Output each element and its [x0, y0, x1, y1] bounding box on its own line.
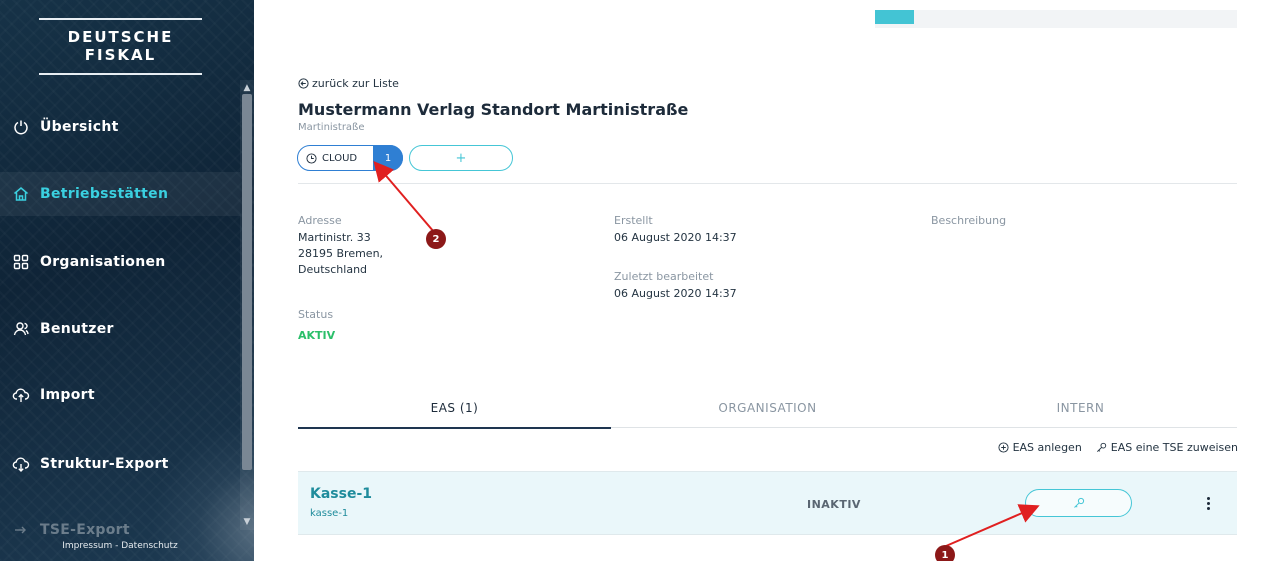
created-label: Erstellt: [614, 214, 653, 227]
sidebar-item-label: Organisationen: [40, 254, 166, 270]
sidebar-item-betriebsstaetten[interactable]: Betriebsstätten: [0, 172, 240, 216]
tab-eas[interactable]: EAS (1): [298, 396, 611, 429]
assign-tse-row-button[interactable]: [1025, 489, 1132, 517]
back-arrow-icon: [298, 78, 309, 89]
page-subtitle: Martinistraße: [298, 122, 365, 133]
detail-tabs: EAS (1) ORGANISATION INTERN: [298, 396, 1237, 429]
cloud-upload-icon: [12, 386, 30, 404]
annotation-arrow-2: [373, 160, 435, 233]
page-title: Mustermann Verlag Standort Martinistraße: [298, 100, 689, 119]
users-icon: [12, 320, 30, 338]
scroll-up-icon[interactable]: ▲: [240, 82, 254, 94]
logo-bottom-line: [39, 73, 202, 75]
assign-tse-button[interactable]: EAS eine TSE zuweisen: [1096, 441, 1238, 454]
annotation-badge-2: 2: [426, 229, 446, 249]
sidebar-item-label: Import: [40, 387, 95, 403]
cloud-download-icon: [12, 455, 30, 473]
eas-name[interactable]: Kasse-1: [310, 486, 372, 502]
sidebar-item-label: Struktur-Export: [40, 456, 169, 472]
tab-intern[interactable]: INTERN: [924, 396, 1237, 428]
sidebar-item-struktur-export[interactable]: Struktur-Export: [0, 442, 240, 486]
sidebar-item-label: Betriebsstätten: [40, 186, 169, 202]
header-divider: [298, 183, 1237, 184]
top-bar: [875, 10, 1237, 28]
scrollbar-thumb[interactable]: [242, 94, 252, 470]
clock-icon: [306, 152, 317, 164]
sidebar-scrollbar[interactable]: ▲ ▼: [240, 80, 254, 530]
address-value: Martinistr. 33 28195 Bremen, Deutschland: [298, 230, 383, 278]
add-tse-button[interactable]: +: [409, 145, 513, 171]
status-value: AKTIV: [298, 329, 336, 342]
status-label: Status: [298, 308, 334, 321]
grid-icon: [12, 253, 30, 271]
address-line: Martinistr. 33: [298, 231, 371, 244]
description-label: Beschreibung: [931, 214, 1007, 227]
footer-links[interactable]: Impressum - Datenschutz: [0, 541, 240, 551]
cloud-tse-pill[interactable]: CLOUD 1: [297, 145, 403, 171]
assign-tse-label: EAS eine TSE zuweisen: [1110, 441, 1238, 454]
created-value: 06 August 2020 14:37: [614, 231, 737, 244]
create-eas-button[interactable]: EAS anlegen: [998, 441, 1082, 454]
annotation-badge-1: 1: [935, 545, 955, 561]
power-icon: [12, 118, 30, 136]
back-link[interactable]: zurück zur Liste: [298, 77, 399, 90]
tab-organisation[interactable]: ORGANISATION: [611, 396, 924, 428]
logo-text: DEUTSCHE FISKAL: [67, 28, 174, 64]
back-link-label: zurück zur Liste: [312, 77, 399, 90]
top-bar-tab[interactable]: [875, 10, 914, 24]
eas-id: kasse-1: [310, 508, 349, 519]
sidebar-item-organisationen[interactable]: Organisationen: [0, 240, 240, 284]
key-icon: [1073, 497, 1084, 508]
modified-value: 06 August 2020 14:37: [614, 287, 737, 300]
sidebar: DEUTSCHE FISKAL Übersicht Betriebsstätte…: [0, 0, 254, 561]
sidebar-item-uebersicht[interactable]: Übersicht: [0, 105, 240, 149]
eas-actions: EAS anlegen EAS eine TSE zuweisen: [998, 441, 1238, 454]
eas-status: INAKTIV: [807, 498, 861, 511]
sidebar-item-label: Übersicht: [40, 119, 119, 135]
modified-label: Zuletzt bearbeitet: [614, 270, 714, 283]
logo[interactable]: DEUTSCHE FISKAL: [39, 18, 202, 75]
scroll-down-icon[interactable]: ▼: [240, 516, 254, 528]
address-label: Adresse: [298, 214, 342, 227]
key-icon: [1096, 442, 1106, 452]
sidebar-item-import[interactable]: Import: [0, 373, 240, 417]
tse-pill-group: CLOUD 1 +: [297, 145, 513, 171]
home-icon: [12, 185, 30, 203]
export-icon: [12, 521, 30, 539]
more-options-icon[interactable]: [1203, 492, 1213, 514]
table-row[interactable]: Kasse-1 kasse-1 INAKTIV: [298, 471, 1237, 535]
sidebar-item-label: Benutzer: [40, 321, 114, 337]
cloud-tse-count: 1: [373, 145, 403, 171]
address-line: Deutschland: [298, 263, 368, 276]
sidebar-item-benutzer[interactable]: Benutzer: [0, 307, 240, 351]
cloud-tse-label: CLOUD: [322, 152, 358, 164]
address-line: 28195 Bremen,: [298, 247, 384, 260]
sidebar-item-label: TSE-Export: [40, 522, 130, 538]
create-eas-label: EAS anlegen: [1012, 441, 1082, 454]
plus-circle-icon: [998, 442, 1009, 453]
